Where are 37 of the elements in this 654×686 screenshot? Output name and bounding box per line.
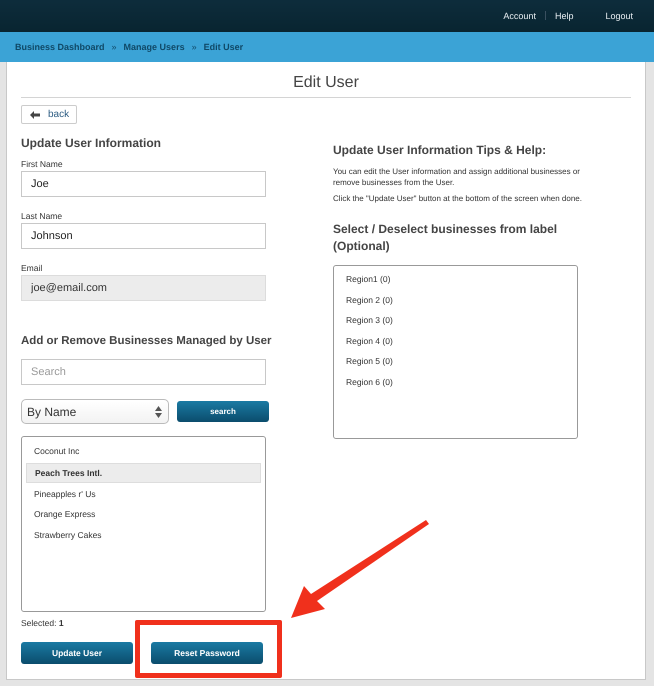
selected-count: Selected: 1 — [21, 618, 64, 628]
nav-link[interactable]: Account — [494, 11, 545, 21]
action-button[interactable]: Update User — [21, 642, 133, 664]
section-heading: Select / Deselect businesses from label (Optional) — [333, 221, 558, 255]
search-field[interactable]: Search — [21, 359, 266, 385]
label-item[interactable]: Region 6 (0) — [338, 372, 573, 392]
label-item[interactable]: Region 5 (0) — [338, 351, 573, 372]
section-heading: Update User Information Tips & Help: — [333, 143, 548, 157]
input-field[interactable]: Johnson — [21, 223, 266, 249]
search-button[interactable]: search — [177, 401, 269, 422]
page-title: Edit User — [21, 62, 631, 98]
sort-dropdown[interactable]: By Name — [21, 399, 169, 424]
business-item[interactable]: Strawberry Cakes — [26, 524, 261, 545]
business-item[interactable]: Orange Express — [26, 504, 261, 524]
label-item[interactable]: Region 4 (0) — [338, 330, 573, 351]
label-item[interactable]: Region1 (0) — [338, 269, 573, 290]
action-button[interactable]: Reset Password — [151, 642, 263, 664]
section-heading: Update User Information — [21, 136, 162, 150]
label-item[interactable]: Region 3 (0) — [338, 310, 573, 330]
back-button[interactable]: back — [21, 105, 78, 124]
breadcrumb-separator: » — [112, 42, 117, 52]
breadcrumb-separator: » — [192, 42, 197, 52]
section-heading: Add or Remove Businesses Managed by User — [21, 335, 272, 347]
field-label: Last Name — [21, 211, 62, 221]
business-item[interactable]: Peach Trees Intl. — [26, 462, 261, 482]
business-item[interactable]: Pineapples r' Us — [26, 484, 261, 504]
field-label: Email — [21, 263, 42, 273]
help-text: Click the "Update User" button at the bottom of the screen when done. — [333, 193, 583, 204]
nav-link[interactable]: Help — [546, 11, 582, 21]
field-label: First Name — [21, 159, 63, 169]
input-field[interactable]: Joe — [21, 171, 266, 197]
up-down-icon — [155, 406, 162, 418]
label-item[interactable]: Region 2 (0) — [338, 290, 573, 310]
business-item[interactable]: Coconut Inc — [26, 441, 261, 462]
help-text: You can edit the User information and assign additional businesses or remove businesses from the User. — [333, 166, 581, 188]
nav-link[interactable]: Logout — [596, 11, 642, 21]
back-arrow-icon — [30, 110, 40, 118]
